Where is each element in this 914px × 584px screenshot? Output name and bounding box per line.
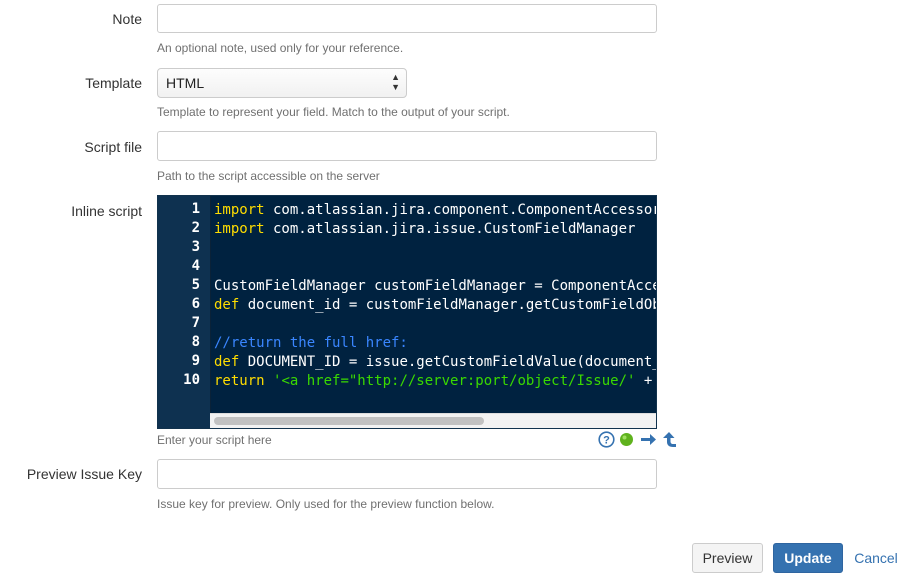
horizontal-scrollbar[interactable] (210, 413, 656, 428)
line-number: 2 (191, 220, 200, 236)
code-line: import com.atlassian.jira.component.Comp… (214, 201, 656, 220)
code-token: //return the full href: (214, 335, 408, 351)
template-select[interactable]: HTML ▲ ▼ (157, 68, 407, 98)
code-token: '<a href="http://server:port/object/Issu… (273, 373, 636, 389)
script-file-help-text: Path to the script accessible on the ser… (157, 169, 380, 183)
line-number: 4 (191, 258, 200, 274)
code-line: def DOCUMENT_ID = issue.getCustomFieldVa… (214, 353, 656, 372)
preview-issue-key-input[interactable] (157, 459, 657, 489)
code-line: CustomFieldManager customFieldManager = … (214, 277, 656, 296)
template-selected-value: HTML (166, 75, 205, 91)
code-token: def (214, 297, 240, 313)
code-line: //return the full href: (214, 334, 408, 353)
preview-issue-key-help-text: Issue key for preview. Only used for the… (157, 497, 495, 511)
line-number: 8 (191, 334, 200, 350)
inline-script-label: Inline script (71, 203, 142, 219)
line-number: 7 (191, 315, 200, 331)
code-token: document_id = customFieldManager.getCust… (247, 297, 656, 313)
note-help-text: An optional note, used only for your ref… (157, 41, 404, 55)
arrow-right-icon[interactable] (640, 432, 657, 452)
code-token: CustomFieldManager customFieldManager = … (214, 278, 656, 294)
code-line: return '<a href="http://server:port/obje… (214, 372, 656, 391)
note-input[interactable] (157, 4, 657, 33)
code-token: + DOCUMENT_ID (643, 373, 653, 389)
script-file-input[interactable] (157, 131, 657, 161)
line-number: 9 (191, 353, 200, 369)
line-number: 6 (191, 296, 200, 312)
line-number: 5 (191, 277, 200, 293)
code-token: com.atlassian.jira.component.ComponentAc… (264, 202, 656, 218)
inline-script-help-text: Enter your script here (157, 433, 272, 447)
note-label: Note (112, 11, 142, 27)
green-dot-icon (619, 432, 634, 452)
line-number: 10 (183, 372, 200, 388)
code-line: def document_id = customFieldManager.get… (214, 296, 656, 315)
question-circle-icon[interactable]: ? (598, 431, 615, 453)
template-label: Template (85, 75, 142, 91)
select-arrows-icon: ▲ ▼ (391, 72, 400, 92)
code-token: def (214, 354, 240, 370)
arrow-up-left-icon[interactable] (662, 431, 677, 453)
line-number-gutter: 1 2 3 4 5 6 7 8 9 10 (158, 196, 211, 428)
code-token: import (214, 202, 265, 218)
preview-button[interactable]: Preview (692, 543, 763, 573)
cancel-link[interactable]: Cancel (848, 543, 904, 573)
line-number: 3 (191, 239, 200, 255)
code-area[interactable]: import com.atlassian.jira.component.Comp… (214, 196, 656, 428)
template-help-text: Template to represent your field. Match … (157, 105, 510, 119)
scrollbar-thumb[interactable] (214, 417, 484, 425)
code-token: DOCUMENT_ID = issue.getCustomFieldValue(… (239, 354, 656, 370)
code-token: return (214, 373, 265, 389)
code-line: import com.atlassian.jira.issue.CustomFi… (214, 220, 635, 239)
svg-text:?: ? (603, 435, 610, 447)
code-token: import (214, 221, 265, 237)
code-editor[interactable]: 1 2 3 4 5 6 7 8 9 10 import com.atlassian.jira.co… (157, 195, 657, 429)
preview-issue-key-label: Preview Issue Key (26, 466, 142, 482)
line-number: 1 (191, 201, 200, 217)
update-button[interactable]: Update (773, 543, 843, 573)
script-file-label: Script file (84, 139, 142, 155)
code-token: com.atlassian.jira.issue.CustomFieldMana… (264, 221, 636, 237)
